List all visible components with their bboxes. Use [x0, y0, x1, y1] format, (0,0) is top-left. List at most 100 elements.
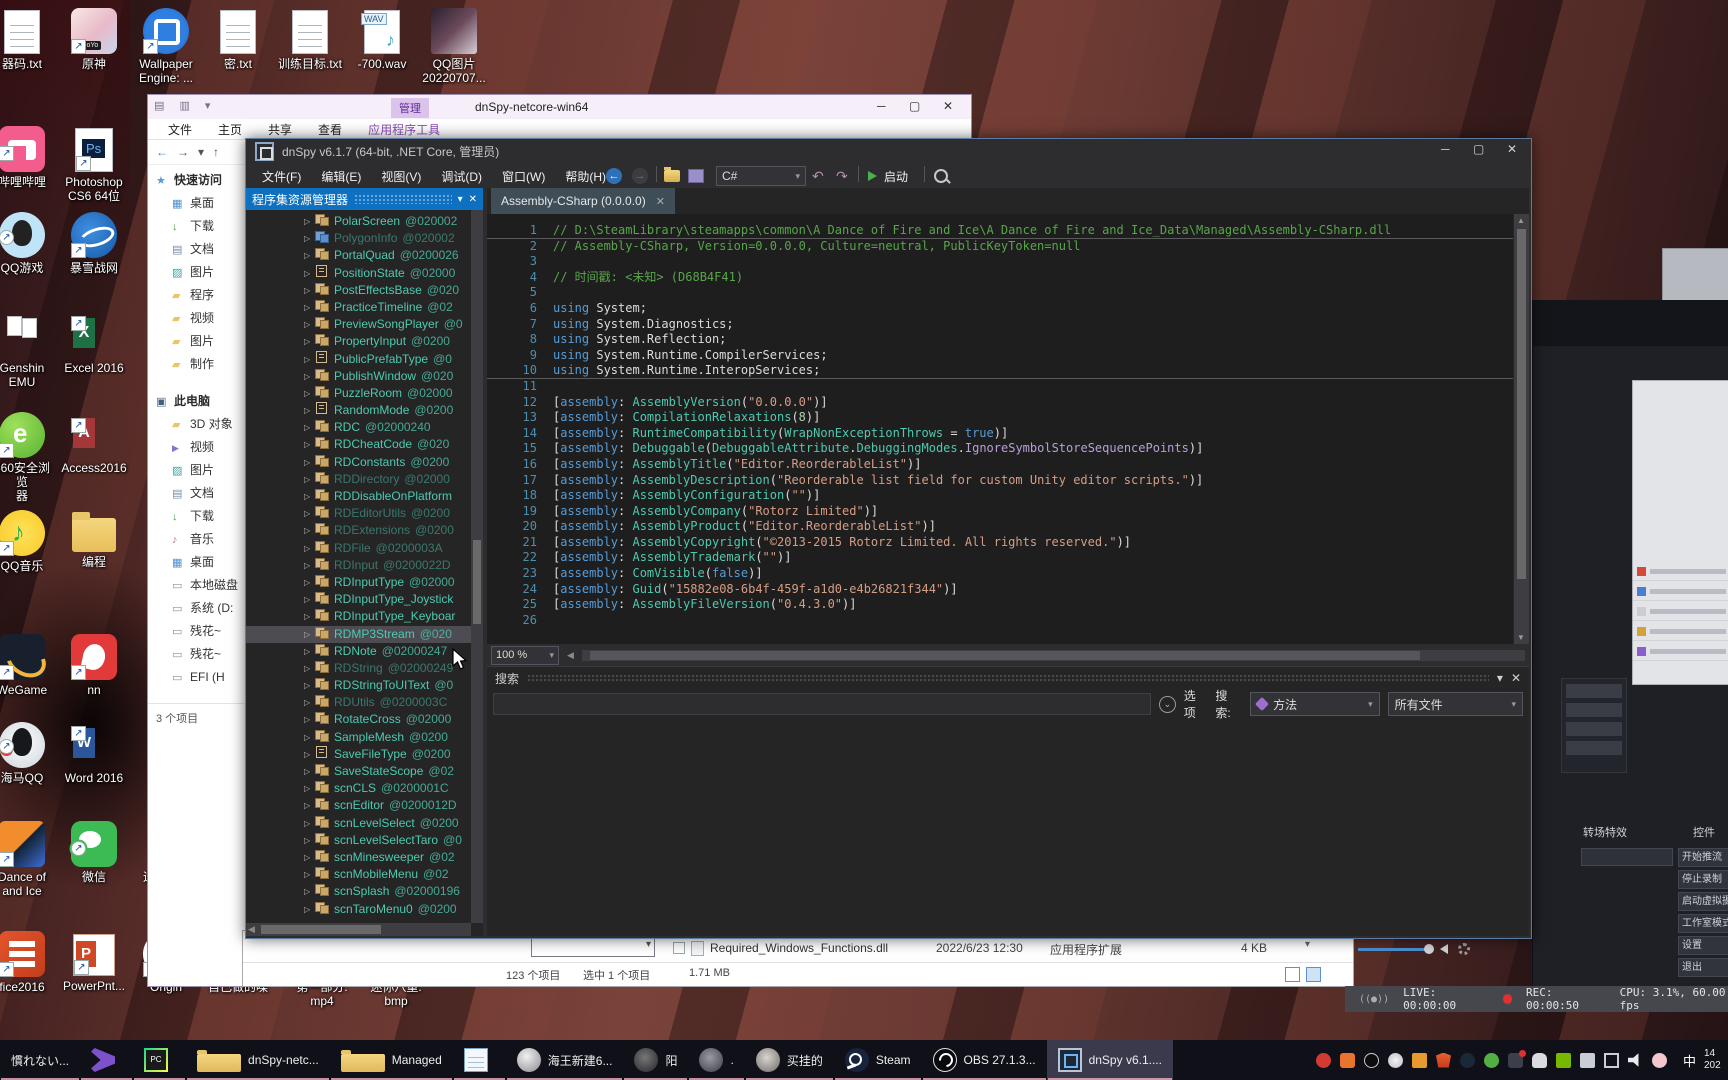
- tray-icon[interactable]: [1651, 1052, 1667, 1068]
- tree-item[interactable]: ▷ RDInputType_Joystick: [246, 591, 471, 608]
- tray-icon[interactable]: [1483, 1052, 1499, 1068]
- menu-item[interactable]: 文件(F): [252, 168, 311, 185]
- tray-icon[interactable]: [1459, 1052, 1475, 1068]
- desktop-icon[interactable]: Genshin EMU: [0, 312, 56, 389]
- obs-control-button[interactable]: 开始推流: [1678, 848, 1728, 867]
- expander-icon[interactable]: ▷: [304, 660, 315, 677]
- expander-icon[interactable]: ▷: [304, 729, 315, 746]
- expander-icon[interactable]: ▷: [304, 282, 315, 299]
- list-item[interactable]: [1633, 623, 1728, 641]
- menu-item[interactable]: 窗口(W): [492, 168, 555, 185]
- maximize-button[interactable]: ▢: [900, 99, 930, 113]
- code-vertical-scrollbar[interactable]: ▲ ▼: [1514, 214, 1529, 644]
- expander-icon[interactable]: ▷: [304, 454, 315, 471]
- expander-icon[interactable]: ▷: [304, 832, 315, 849]
- nav-item[interactable]: 图片: [148, 459, 244, 482]
- desktop-icon[interactable]: WeGame: [0, 634, 56, 697]
- expander-icon[interactable]: ▷: [304, 815, 315, 832]
- search-close-icon[interactable]: ✕: [1511, 671, 1521, 685]
- scroll-down-icon[interactable]: ▼: [1517, 633, 1525, 642]
- tree-item[interactable]: ▷ SampleMesh @0200: [246, 729, 471, 746]
- redo-icon[interactable]: ↷: [836, 166, 848, 186]
- nav-item[interactable]: 3D 对象: [148, 413, 244, 436]
- tree-item[interactable]: ▷ PortalQuad @0200026: [246, 247, 471, 264]
- tree-item[interactable]: ▷ RDUtils @0200003C: [246, 694, 471, 711]
- expander-icon[interactable]: ▷: [304, 591, 315, 608]
- panel-header[interactable]: 程序集资源管理器 ▾ ✕: [246, 188, 483, 210]
- expander-icon[interactable]: ▷: [304, 763, 315, 780]
- search-scope-combobox[interactable]: 所有文件 ▾: [1387, 692, 1523, 716]
- scene-item[interactable]: [1566, 741, 1622, 755]
- desktop-icon[interactable]: 原神: [60, 8, 128, 71]
- expander-icon[interactable]: ▷: [304, 901, 315, 918]
- up-icon[interactable]: ↑: [213, 145, 219, 159]
- expander-icon[interactable]: ▷: [304, 247, 315, 264]
- manage-contextual-tab[interactable]: 管理: [391, 98, 429, 118]
- search-collapse-icon[interactable]: ▾: [1497, 671, 1503, 685]
- maximize-button[interactable]: ▢: [1464, 142, 1494, 156]
- scroll-left-icon[interactable]: ◀: [567, 650, 574, 661]
- desktop-icon[interactable]: Dance of and Ice: [0, 821, 56, 898]
- tree-item[interactable]: ▷ RDEditorUtils @0200: [246, 505, 471, 522]
- desktop-icon[interactable]: Word 2016: [60, 722, 128, 785]
- volume-slider[interactable]: [1358, 943, 1434, 954]
- taskbar-button[interactable]: 买挂的: [745, 1040, 834, 1080]
- nav-item[interactable]: 桌面: [148, 551, 244, 574]
- desktop-icon[interactable]: PowerPnt...: [60, 931, 128, 993]
- desktop-icon[interactable]: Access2016: [60, 412, 128, 475]
- scroll-up-icon[interactable]: ▲: [1517, 216, 1525, 225]
- desktop-icon[interactable]: 编程: [60, 510, 128, 569]
- expander-icon[interactable]: ▷: [304, 333, 315, 350]
- expander-icon[interactable]: ▷: [304, 522, 315, 539]
- expander-icon[interactable]: ▷: [304, 574, 315, 591]
- thumbnail-view-icon[interactable]: [1306, 967, 1321, 982]
- tree-item[interactable]: ▷ RDInputType @02000: [246, 574, 471, 591]
- ribbon-tab[interactable]: 查看: [318, 121, 342, 138]
- expander-icon[interactable]: ▷: [304, 368, 315, 385]
- dnspy-titlebar[interactable]: dnSpy v6.1.7 (64-bit, .NET Core, 管理员) ─ …: [246, 139, 1531, 164]
- tree-item[interactable]: ▷ RDConstants @0200: [246, 454, 471, 471]
- expander-icon[interactable]: ▷: [304, 419, 315, 436]
- obs-control-button[interactable]: 退出: [1678, 958, 1728, 977]
- tree-item[interactable]: ▷ RDStringToUIText @0: [246, 677, 471, 694]
- minimize-button[interactable]: ─: [1430, 142, 1460, 156]
- nav-item[interactable]: 文档: [148, 482, 244, 505]
- nav-item[interactable]: EFI (H: [148, 666, 244, 689]
- desktop-icon[interactable]: Excel 2016: [60, 312, 128, 375]
- tray-icon[interactable]: [1507, 1049, 1526, 1068]
- nav-item[interactable]: 制作: [148, 353, 244, 376]
- speaker-icon[interactable]: [1426, 944, 1448, 954]
- tree-item[interactable]: ▷ RDString @02000249: [246, 660, 471, 677]
- nav-item[interactable]: 音乐: [148, 528, 244, 551]
- nav-item[interactable]: 下载: [148, 215, 244, 238]
- desktop-icon[interactable]: nn: [60, 634, 128, 697]
- desktop-icon[interactable]: -700.wav: [348, 8, 416, 71]
- tray-icon[interactable]: [1411, 1052, 1427, 1068]
- back-icon[interactable]: ←: [156, 145, 168, 159]
- nav-item[interactable]: 程序: [148, 284, 244, 307]
- transition-combobox[interactable]: [1581, 848, 1673, 866]
- nav-item[interactable]: 本地磁盘: [148, 574, 244, 597]
- list-item[interactable]: [1633, 583, 1728, 601]
- taskbar-button[interactable]: dnSpy v6.1....: [1046, 1040, 1173, 1080]
- forward-button[interactable]: →: [632, 166, 648, 186]
- expander-icon[interactable]: ▷: [304, 694, 315, 711]
- expander-icon[interactable]: ▷: [304, 746, 315, 763]
- tree-item[interactable]: ▷ PostEffectsBase @020: [246, 282, 471, 299]
- expander-icon[interactable]: ▷: [304, 883, 315, 900]
- tree-item[interactable]: ▷ scnEditor @0200012D: [246, 797, 471, 814]
- desktop-icon[interactable]: 器码.txt: [0, 8, 56, 71]
- zoom-combobox[interactable]: 100 % ▾: [491, 645, 559, 665]
- expander-icon[interactable]: ▷: [304, 608, 315, 625]
- obs-control-button[interactable]: 工作室模式: [1678, 914, 1728, 933]
- back-button[interactable]: ←: [606, 166, 622, 186]
- obs-control-button[interactable]: 停止录制: [1678, 870, 1728, 889]
- desktop-icon[interactable]: Photoshop CS6 64位: [60, 126, 128, 203]
- tree-item[interactable]: ▷ scnSplash @02000196: [246, 883, 471, 900]
- tray-icon[interactable]: [1555, 1052, 1571, 1068]
- tree-item[interactable]: ▷ RDInput @0200022D: [246, 557, 471, 574]
- tree-item[interactable]: ▷ RDExtensions @0200: [246, 522, 471, 539]
- ribbon-tab[interactable]: 应用程序工具: [368, 121, 440, 138]
- nav-item[interactable]: 图片: [148, 330, 244, 353]
- tree-item[interactable]: ▷ PolygonInfo @020002: [246, 230, 471, 247]
